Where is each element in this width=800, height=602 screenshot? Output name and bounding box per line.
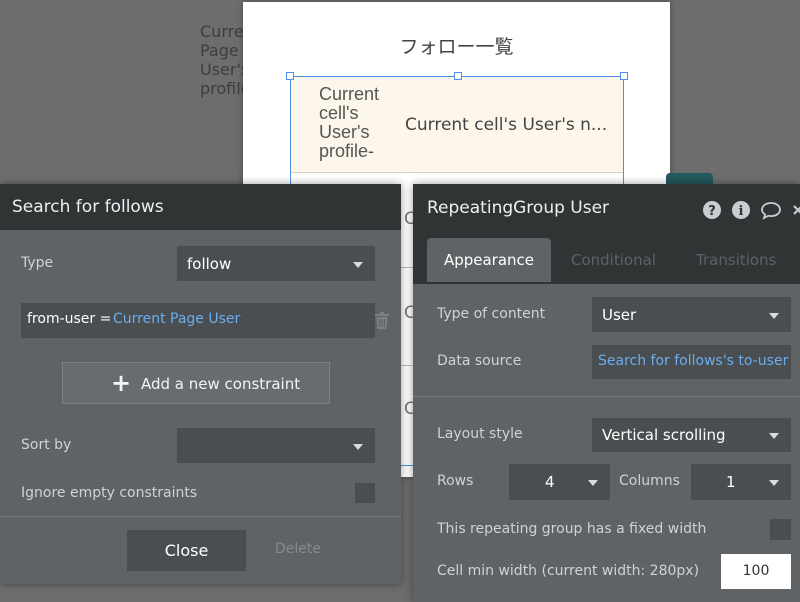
help-icon[interactable]: ? xyxy=(702,200,722,220)
ignore-empty-label: Ignore empty constraints xyxy=(21,485,198,501)
plus-icon: + xyxy=(111,369,132,397)
type-dropdown[interactable]: follow xyxy=(177,246,375,281)
cell-user-name-text[interactable]: Current cell's User's n... xyxy=(405,115,607,135)
canvas-text-element[interactable]: Current Page User's profile xyxy=(200,22,246,98)
chevron-down-icon xyxy=(353,443,363,450)
chevron-down-icon xyxy=(769,480,779,486)
columns-label: Columns xyxy=(619,473,680,489)
comment-icon[interactable] xyxy=(760,200,782,220)
divider xyxy=(413,396,800,397)
panel-title: RepeatingGroup User xyxy=(427,198,610,218)
type-of-content-label: Type of content xyxy=(437,306,546,322)
canvas-text-line: profile xyxy=(200,79,246,98)
canvas-text-line: Page xyxy=(200,41,239,60)
columns-dropdown[interactable]: 1 xyxy=(691,464,791,500)
svg-text:i: i xyxy=(739,204,744,219)
layout-style-dropdown[interactable]: Vertical scrolling xyxy=(592,418,791,452)
tab-conditional[interactable]: Conditional xyxy=(571,251,656,269)
constraint-value[interactable]: Current Page User xyxy=(113,311,240,327)
data-source-field[interactable]: Search for follows's to-user xyxy=(592,345,791,379)
cell-profile-image-placeholder[interactable]: Current cell's User's profile- xyxy=(319,85,389,161)
type-of-content-value: User xyxy=(602,305,637,324)
data-source-expression[interactable]: Search for follows's to-user xyxy=(598,353,788,369)
type-label: Type xyxy=(21,255,54,271)
repeating-group-cell[interactable]: Current cell's User's profile- Current c… xyxy=(291,77,623,173)
close-button[interactable]: Close xyxy=(127,530,246,571)
rows-dropdown[interactable]: 4 xyxy=(509,464,610,500)
resize-handle[interactable] xyxy=(454,72,462,80)
canvas-text-line: User's xyxy=(200,60,246,79)
add-constraint-button[interactable]: + Add a new constraint xyxy=(62,362,330,404)
resize-handle[interactable] xyxy=(620,72,628,80)
rows-value: 4 xyxy=(545,473,555,491)
chevron-down-icon xyxy=(769,433,779,439)
type-dropdown-value: follow xyxy=(187,254,232,273)
fixed-width-label: This repeating group has a fixed width xyxy=(437,521,707,537)
cell-min-width-label: Cell min width (current width: 280px) xyxy=(437,563,700,579)
rows-label: Rows xyxy=(437,473,474,489)
panel-header[interactable]: Search for follows xyxy=(0,184,401,230)
close-icon[interactable] xyxy=(792,200,800,220)
divider xyxy=(0,516,401,517)
fixed-width-checkbox[interactable] xyxy=(770,519,791,540)
columns-value: 1 xyxy=(726,473,736,491)
trash-icon[interactable] xyxy=(375,312,389,329)
chevron-down-icon xyxy=(353,261,363,268)
constraint-key[interactable]: from-user = xyxy=(27,311,111,327)
popup-title: フォロー一覧 xyxy=(399,36,514,58)
svg-text:?: ? xyxy=(708,204,716,219)
layout-style-value: Vertical scrolling xyxy=(602,426,726,444)
delete-button[interactable]: Delete xyxy=(275,541,321,557)
sort-by-label: Sort by xyxy=(21,437,72,453)
tab-transitions[interactable]: Transitions xyxy=(696,251,776,269)
chevron-down-icon xyxy=(769,312,779,319)
panel-title: Search for follows xyxy=(12,197,164,217)
layout-style-label: Layout style xyxy=(437,426,523,442)
sort-by-dropdown[interactable] xyxy=(177,428,375,463)
ignore-empty-checkbox[interactable] xyxy=(355,483,375,503)
canvas-text-line: Current xyxy=(200,22,246,41)
tab-appearance[interactable]: Appearance xyxy=(427,238,551,282)
cell-min-width-input[interactable]: 100 xyxy=(721,554,791,589)
constraint-row[interactable]: from-user = Current Page User xyxy=(21,303,375,338)
add-constraint-label: Add a new constraint xyxy=(141,375,301,393)
data-source-label: Data source xyxy=(437,353,522,369)
type-of-content-dropdown[interactable]: User xyxy=(592,297,791,332)
resize-handle[interactable] xyxy=(286,72,294,80)
chevron-down-icon xyxy=(588,480,598,486)
info-icon[interactable]: i xyxy=(731,200,751,220)
